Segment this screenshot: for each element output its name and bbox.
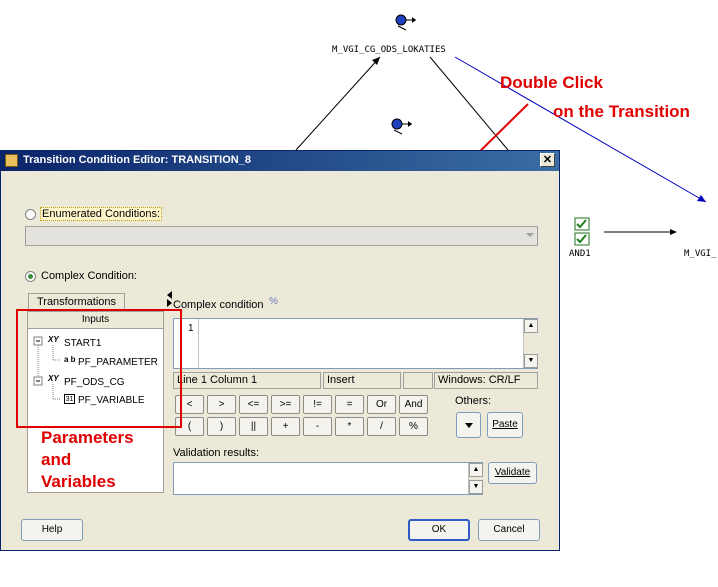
callout-double-click: Double Click	[500, 73, 603, 92]
others-label: Others:	[455, 395, 492, 407]
op-eq[interactable]: =	[335, 395, 364, 414]
line-number: 1	[188, 323, 194, 334]
condition-editor[interactable]: 1 ▲ ▼	[173, 318, 538, 369]
validation-results-field: ▲ ▼	[173, 462, 483, 495]
callout-params-3: Variables	[41, 472, 116, 491]
scroll-down-icon[interactable]: ▼	[524, 354, 538, 368]
help-button[interactable]: Help	[21, 519, 83, 541]
op-le[interactable]: <=	[239, 395, 268, 414]
chevron-down-icon	[526, 233, 534, 237]
close-button[interactable]: ✕	[540, 153, 555, 167]
paste-button[interactable]: Paste	[487, 412, 523, 438]
op-concat[interactable]: ||	[239, 417, 268, 436]
editor-scrollbar[interactable]: ▲ ▼	[523, 319, 538, 368]
op-multiply[interactable]: *	[335, 417, 364, 436]
callout-on-transition: on the Transition	[553, 102, 690, 121]
ok-button[interactable]: OK	[408, 519, 470, 541]
status-eol: Windows: CR/LF	[434, 372, 538, 389]
callout-params-2: and	[41, 450, 72, 469]
cancel-button[interactable]: Cancel	[478, 519, 540, 541]
and-node-label: AND1	[569, 249, 591, 259]
complex-condition-label: Complex condition	[173, 299, 264, 311]
dialog-app-icon	[5, 154, 18, 167]
op-gt[interactable]: >	[207, 395, 236, 414]
scroll-up-icon-2[interactable]: ▲	[469, 463, 483, 477]
and-node-icon[interactable]	[574, 217, 590, 247]
scroll-up-icon[interactable]: ▲	[524, 319, 538, 333]
splitter-arrow-icon[interactable]	[167, 291, 172, 299]
enumerated-label: Enumerated Conditions:	[39, 207, 163, 221]
status-mode: Insert	[323, 372, 401, 389]
callout-params-1: Parameters	[41, 428, 134, 447]
op-minus[interactable]: -	[303, 417, 332, 436]
status-blank	[403, 372, 433, 389]
op-ge[interactable]: >=	[271, 395, 300, 414]
format-icon[interactable]: %	[269, 296, 283, 308]
complex-label: Complex Condition:	[41, 270, 137, 282]
validation-scrollbar[interactable]: ▲ ▼	[468, 463, 483, 494]
node-label-top: M_VGI_CG_ODS_LOKATIES	[332, 45, 446, 55]
dialog-titlebar[interactable]: Transition Condition Editor: TRANSITION_…	[1, 151, 559, 171]
enumerated-radio[interactable]	[25, 209, 36, 220]
session-node-icon[interactable]	[392, 12, 418, 32]
chevron-down-icon-2	[465, 423, 473, 428]
validation-results-label: Validation results:	[173, 447, 260, 459]
right-node-label: M_VGI_	[684, 249, 717, 259]
highlight-box	[16, 309, 182, 428]
dialog-title: Transition Condition Editor: TRANSITION_…	[23, 154, 251, 166]
op-plus[interactable]: +	[271, 417, 300, 436]
validate-button[interactable]: Validate	[488, 462, 537, 484]
complex-radio[interactable]	[25, 271, 36, 282]
op-and[interactable]: And	[399, 395, 428, 414]
op-divide[interactable]: /	[367, 417, 396, 436]
scroll-down-icon-2[interactable]: ▼	[469, 480, 483, 494]
session-node-icon-2[interactable]	[388, 116, 414, 136]
op-rparen[interactable]: )	[207, 417, 236, 436]
status-position: Line 1 Column 1	[173, 372, 321, 389]
others-dropdown[interactable]	[456, 412, 481, 438]
splitter-arrow-icon-2[interactable]	[167, 299, 172, 307]
enumerated-conditions-dropdown[interactable]	[25, 226, 538, 246]
op-ne[interactable]: !=	[303, 395, 332, 414]
op-modulo[interactable]: %	[399, 417, 428, 436]
op-or[interactable]: Or	[367, 395, 396, 414]
